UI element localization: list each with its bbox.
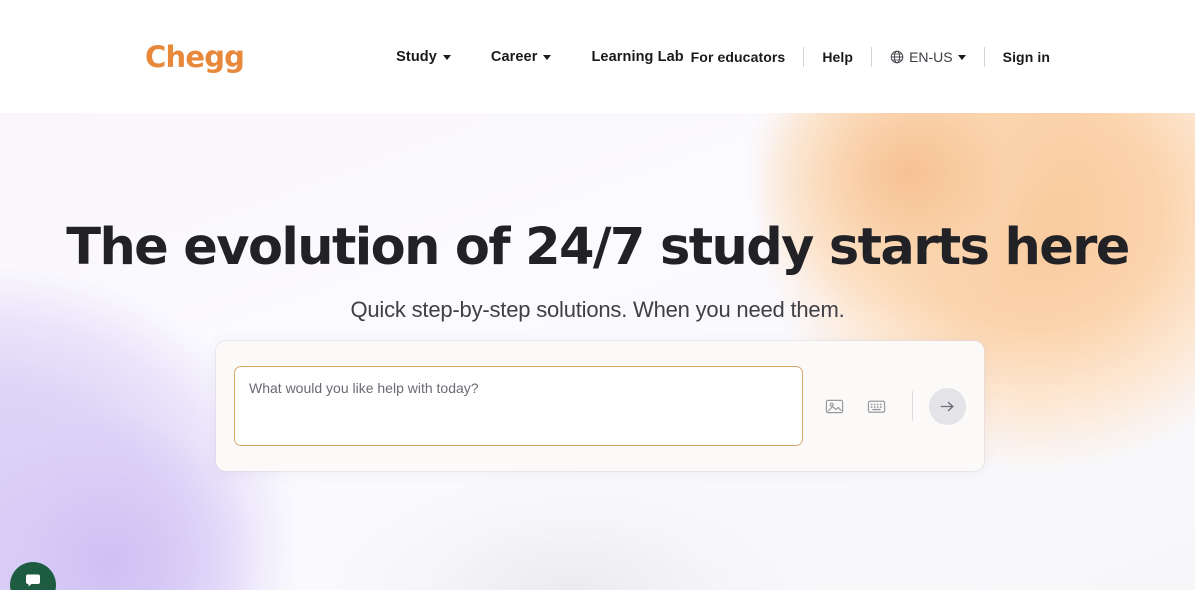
page-title: The evolution of 24/7 study starts here — [66, 218, 1130, 277]
nav-divider — [803, 46, 805, 67]
chat-bubble-icon — [26, 574, 40, 587]
nav-item-for-educators[interactable]: For educators — [691, 49, 786, 65]
nav-divider — [983, 46, 985, 67]
nav-item-help[interactable]: Help — [822, 49, 853, 65]
search-tools — [818, 387, 966, 425]
decorative-blob-grey — [330, 468, 810, 590]
site-header: Chegg Study Career Learning Lab For educ… — [0, 0, 1195, 113]
image-upload-button[interactable] — [818, 390, 850, 422]
math-keyboard-icon — [867, 400, 885, 413]
secondary-navigation: For educators Help EN-US Sign in — [691, 46, 1050, 67]
nav-item-career[interactable]: Career — [491, 49, 552, 65]
nav-divider — [871, 46, 873, 67]
hero-content: The evolution of 24/7 study starts here … — [0, 113, 1195, 323]
page-subtitle: Quick step-by-step solutions. When you n… — [350, 296, 845, 322]
nav-item-learning-lab-label: Learning Lab — [591, 48, 684, 65]
chevron-down-icon — [543, 55, 552, 60]
primary-navigation: Study Career Learning Lab — [396, 49, 684, 65]
globe-icon — [890, 50, 904, 63]
sign-in-button[interactable]: Sign in — [1003, 49, 1050, 65]
search-submit-button[interactable] — [929, 387, 966, 425]
search-card — [216, 341, 984, 471]
nav-item-learning-lab[interactable]: Learning Lab — [591, 49, 683, 65]
search-input[interactable] — [234, 366, 803, 446]
nav-item-career-label: Career — [490, 48, 538, 65]
math-keyboard-button[interactable] — [860, 390, 892, 422]
image-upload-icon — [825, 399, 843, 413]
language-label: EN-US — [909, 48, 953, 65]
nav-item-study-label: Study — [396, 48, 437, 65]
tools-divider — [912, 391, 913, 421]
page-root: Chegg Study Career Learning Lab For educ… — [0, 0, 1195, 590]
nav-item-study[interactable]: Study — [396, 49, 451, 65]
hero-section: The evolution of 24/7 study starts here … — [0, 113, 1195, 590]
chat-support-button[interactable] — [10, 562, 56, 590]
chevron-down-icon — [442, 55, 451, 60]
arrow-right-icon — [940, 401, 954, 411]
chevron-down-icon — [957, 55, 966, 60]
chegg-logo[interactable]: Chegg — [145, 43, 245, 72]
language-selector[interactable]: EN-US — [890, 49, 966, 65]
